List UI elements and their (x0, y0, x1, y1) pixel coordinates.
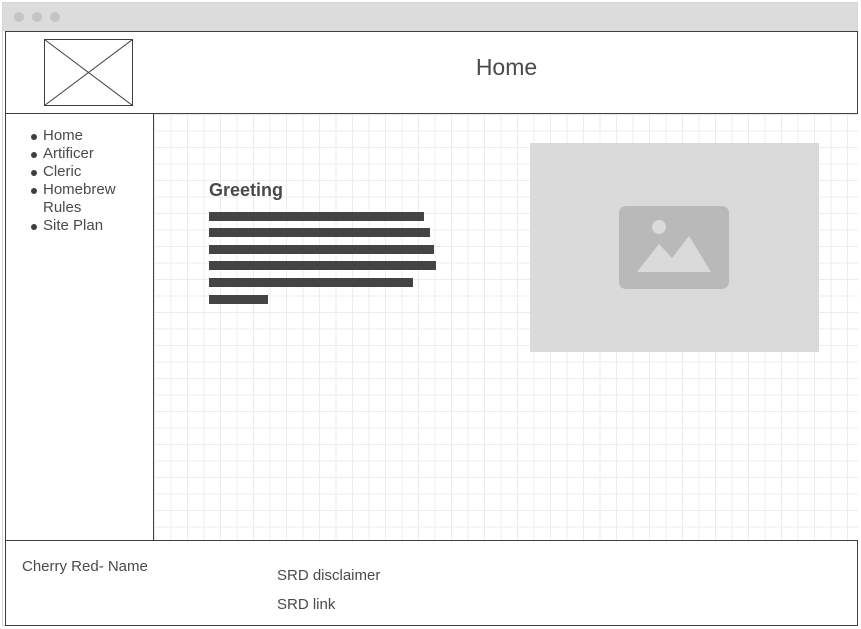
window-minimize-dot[interactable] (32, 12, 42, 22)
page-title: Home (475, 54, 538, 80)
window-maximize-dot[interactable] (50, 12, 60, 22)
greeting-text-line (209, 212, 424, 221)
browser-window: Home Home Artificer Cleric Homebrew Rule… (2, 2, 858, 626)
nav-list: Home Artificer Cleric Homebrew Rules Sit… (30, 127, 140, 235)
main-content: Greeting (154, 114, 858, 541)
site-owner-name: Cherry Red- Name (22, 558, 148, 575)
logo-placeholder-icon[interactable] (44, 39, 133, 106)
image-placeholder (530, 143, 819, 352)
srd-disclaimer: SRD disclaimer (277, 567, 381, 584)
nav-item-artificer[interactable]: Artificer (30, 145, 140, 163)
nav-item-homebrew-rules[interactable]: Homebrew Rules (30, 181, 140, 217)
window-close-dot[interactable] (14, 12, 24, 22)
nav-item-home[interactable]: Home (30, 127, 140, 145)
window-titlebar (3, 3, 857, 31)
greeting-text-line (209, 295, 268, 304)
greeting-text-line (209, 228, 430, 237)
sidebar-nav: Home Artificer Cleric Homebrew Rules Sit… (5, 113, 154, 541)
nav-item-site-plan[interactable]: Site Plan (30, 217, 140, 235)
greeting-heading: Greeting (209, 180, 284, 200)
srd-link[interactable]: SRD link (277, 596, 335, 613)
nav-item-cleric[interactable]: Cleric (30, 163, 140, 181)
image-icon (619, 206, 729, 289)
site-footer: Cherry Red- Name SRD disclaimer SRD link (5, 540, 858, 626)
greeting-text-line (209, 278, 413, 287)
greeting-text-line (209, 261, 436, 270)
site-header: Home (5, 31, 858, 114)
greeting-text-line (209, 245, 434, 254)
